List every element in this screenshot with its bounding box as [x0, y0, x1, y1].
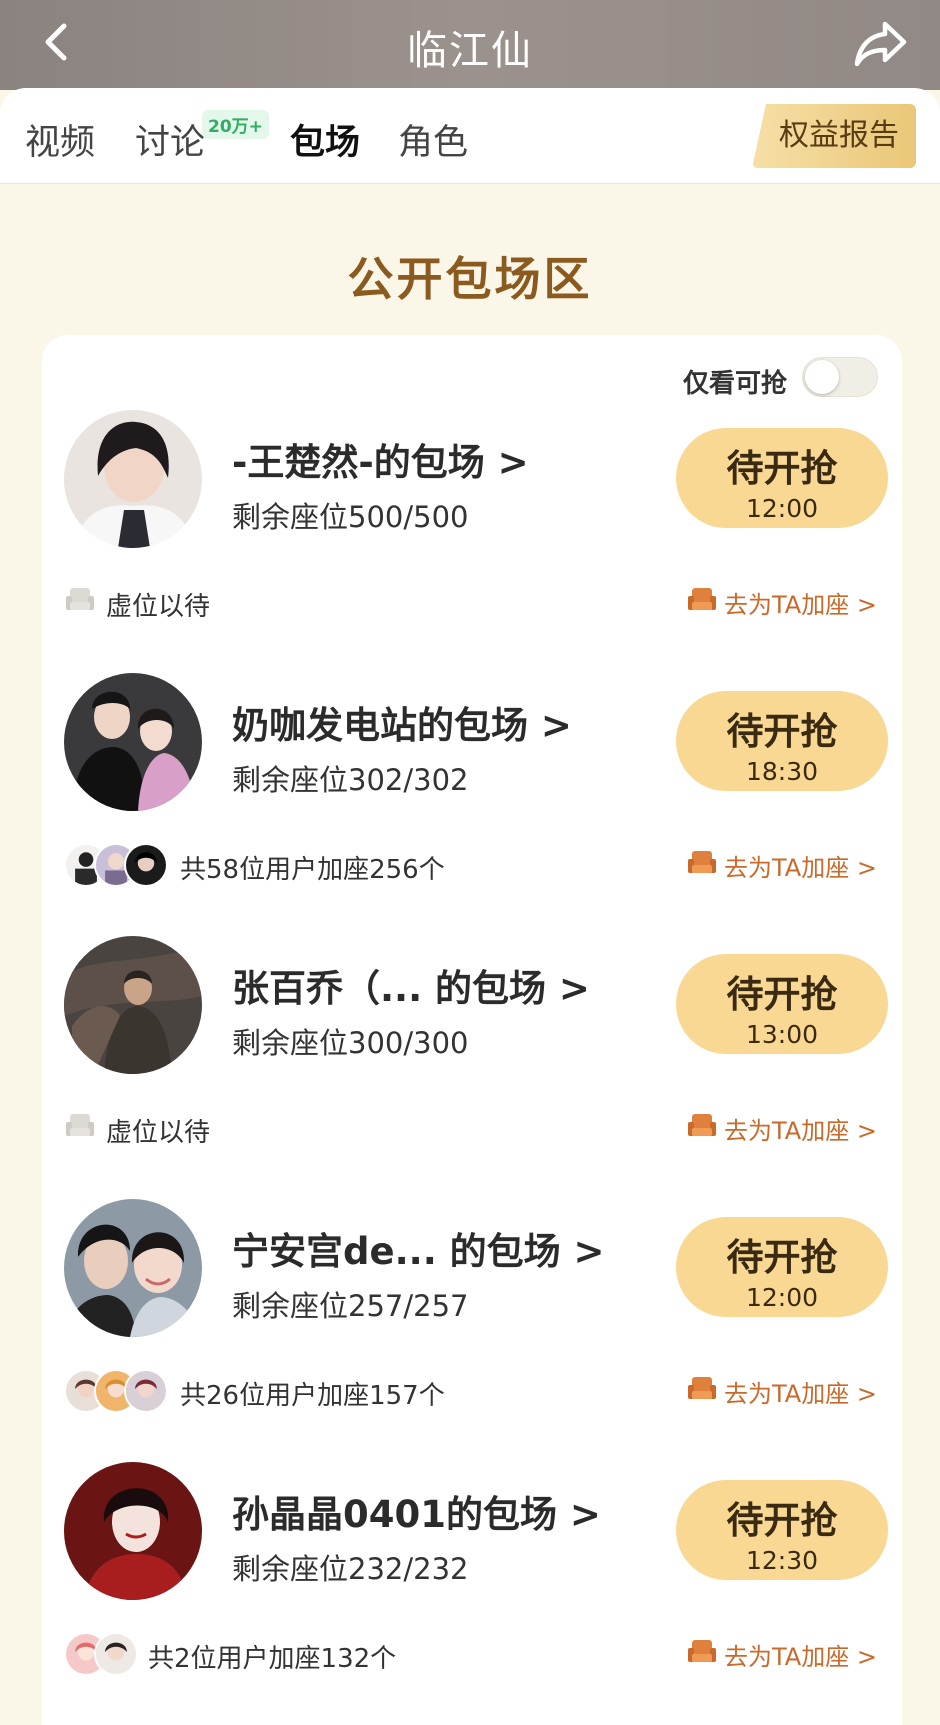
grab-button[interactable]: 待开抢 18:30: [676, 691, 888, 791]
grabbable-only-toggle[interactable]: [802, 357, 878, 397]
grab-time: 12:00: [745, 1283, 819, 1312]
share-icon[interactable]: [852, 16, 910, 70]
avatar[interactable]: [64, 673, 202, 811]
sofa-icon: [688, 588, 716, 610]
item-title[interactable]: 奶咖发电站的包场 >: [232, 695, 572, 749]
grab-button[interactable]: 待开抢 13:00: [676, 954, 888, 1054]
add-seat-text: 去为TA加座 >: [724, 854, 877, 882]
remaining-seats: 剩余座位300/300: [232, 1026, 469, 1060]
list-item[interactable]: -王楚然-的包场 > 剩余座位500/500 待开抢 12:00 虚位以待 去为…: [0, 410, 940, 673]
list-item[interactable]: 宁安宫de... 的包场 > 剩余座位257/257 待开抢 12:00 共26…: [0, 1199, 940, 1462]
page-title: 临江仙: [407, 28, 533, 74]
add-seat-text: 去为TA加座 >: [724, 1117, 877, 1145]
tab-roles[interactable]: 角色: [398, 114, 468, 165]
seat-status-text: 虚位以待: [106, 592, 211, 622]
seat-status-text: 共26位用户加座157个: [180, 1381, 445, 1411]
user-avatar: [94, 1632, 138, 1676]
user-avatar: [124, 1369, 168, 1413]
top-bar: 临江仙: [0, 0, 940, 90]
grab-label: 待开抢: [726, 1236, 838, 1279]
item-title[interactable]: 张百乔（... 的包场 >: [232, 958, 590, 1012]
grab-button[interactable]: 待开抢 12:30: [676, 1480, 888, 1580]
sofa-icon: [688, 1640, 716, 1662]
section-title: 公开包场区: [347, 252, 593, 306]
grab-button[interactable]: 待开抢 12:00: [676, 428, 888, 528]
item-title[interactable]: 宁安宫de... 的包场 >: [232, 1221, 605, 1275]
seat-status-text: 虚位以待: [106, 1118, 211, 1148]
add-seat-text: 去为TA加座 >: [724, 1380, 877, 1408]
seat-status-text: 共2位用户加座132个: [148, 1644, 397, 1674]
tab-booking[interactable]: 包场: [290, 114, 360, 165]
grab-label: 待开抢: [726, 973, 838, 1016]
sofa-icon: [688, 851, 716, 873]
grab-time: 12:00: [745, 494, 819, 523]
remaining-seats: 剩余座位302/302: [232, 763, 469, 797]
user-avatar: [124, 843, 168, 887]
remaining-seats: 剩余座位257/257: [232, 1289, 469, 1323]
filter-label: 仅看可抢: [683, 369, 788, 399]
avatar[interactable]: [64, 1199, 202, 1337]
list-item[interactable]: 张百乔（... 的包场 > 剩余座位300/300 待开抢 13:00 虚位以待…: [0, 936, 940, 1199]
seat-status-text: 共58位用户加座256个: [180, 855, 445, 885]
avatar[interactable]: [64, 410, 202, 548]
remaining-seats: 剩余座位232/232: [232, 1552, 469, 1586]
grab-time: 18:30: [745, 757, 819, 786]
list-item[interactable]: 孙晶晶0401的包场 > 剩余座位232/232 待开抢 12:30 共2位用户…: [0, 1462, 940, 1725]
sofa-icon: [688, 1114, 716, 1136]
tab-bar: 视频 讨论 20万+ 包场 角色 权益报告: [0, 88, 940, 184]
avatar[interactable]: [64, 1462, 202, 1600]
discussion-count-badge: 20万+: [202, 110, 269, 139]
seat-icon: [66, 588, 94, 610]
item-title[interactable]: 孙晶晶0401的包场 >: [232, 1484, 601, 1538]
remaining-seats: 剩余座位500/500: [232, 500, 469, 534]
grab-label: 待开抢: [726, 447, 838, 490]
grab-time: 12:30: [745, 1546, 819, 1575]
sofa-icon: [688, 1377, 716, 1399]
seat-icon: [66, 1114, 94, 1136]
item-title[interactable]: -王楚然-的包场 >: [232, 432, 529, 486]
add-seat-text: 去为TA加座 >: [724, 591, 877, 619]
tab-discussion[interactable]: 讨论: [135, 114, 205, 165]
grab-label: 待开抢: [726, 710, 838, 753]
list-item[interactable]: 奶咖发电站的包场 > 剩余座位302/302 待开抢 18:30 共58位用户加…: [0, 673, 940, 936]
add-seat-text: 去为TA加座 >: [724, 1643, 877, 1671]
toggle-knob: [805, 360, 839, 394]
avatar[interactable]: [64, 936, 202, 1074]
grab-time: 13:00: [745, 1020, 819, 1049]
tab-video[interactable]: 视频: [25, 114, 95, 165]
grab-label: 待开抢: [726, 1499, 838, 1542]
grab-button[interactable]: 待开抢 12:00: [676, 1217, 888, 1317]
benefits-report-button[interactable]: 权益报告: [752, 104, 916, 168]
